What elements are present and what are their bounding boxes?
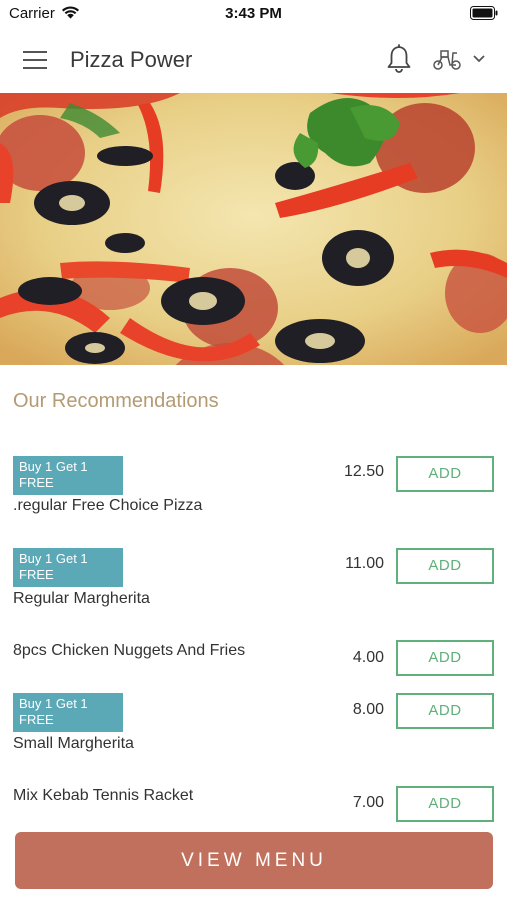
bell-icon[interactable] [386,43,412,73]
app-header: Pizza Power [0,28,507,92]
item-name: Regular Margherita [13,590,150,607]
add-button[interactable]: ADD [396,786,494,822]
scooter-icon[interactable] [432,47,462,71]
item-price: 7.00 [352,794,384,811]
item-name: Mix Kebab Tennis Racket [13,787,194,804]
battery-icon [470,6,498,20]
add-button[interactable]: ADD [396,640,494,676]
item-price: 11.00 [345,555,384,572]
add-button[interactable]: ADD [396,456,494,492]
add-button[interactable]: ADD [396,548,494,584]
item-name: 8pcs Chicken Nuggets And Fries [13,642,246,659]
item-name: .regular Free Choice Pizza [13,497,203,514]
pizza-photo [0,93,507,365]
status-time: 3:43 PM [225,5,282,22]
promo-badge: Buy 1 Get 1 FREE [13,548,123,587]
view-menu-button[interactable]: VIEW MENU [15,832,493,889]
promo-badge: Buy 1 Get 1 FREE [13,693,123,732]
hero-image [0,93,507,365]
promo-badge: Buy 1 Get 1 FREE [13,456,123,495]
item-name: Small Margherita [13,735,134,752]
chevron-down-icon[interactable] [472,54,486,64]
app-title: Pizza Power [70,47,193,72]
add-button[interactable]: ADD [396,693,494,729]
menu-icon[interactable] [23,50,47,70]
section-title: Our Recommendations [13,390,219,412]
status-bar: Carrier 3:43 PM [0,0,507,28]
item-price: 12.50 [343,463,384,480]
item-price: 4.00 [352,649,384,666]
item-price: 8.00 [352,701,384,718]
